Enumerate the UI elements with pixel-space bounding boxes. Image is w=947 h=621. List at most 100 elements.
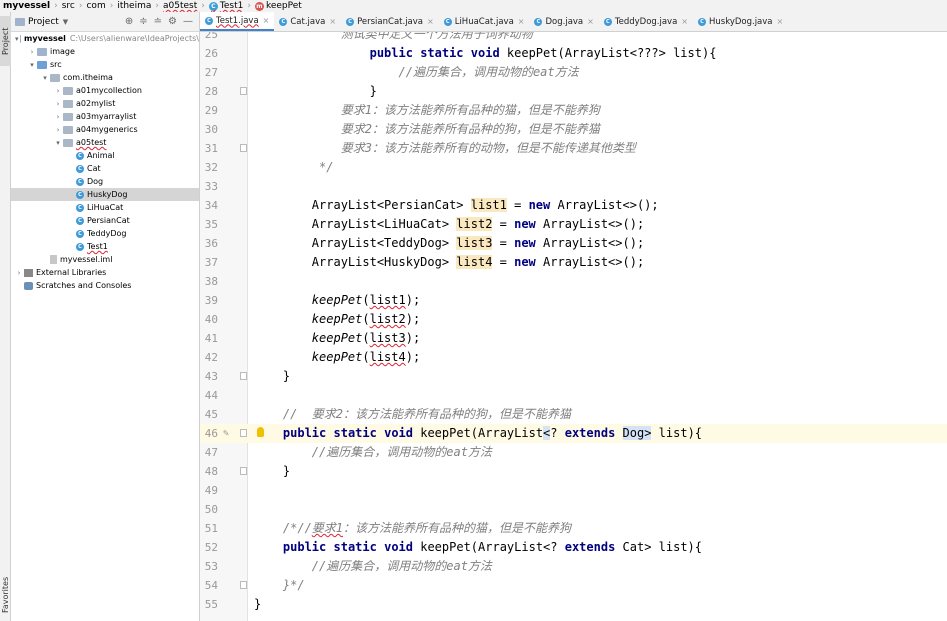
tree-item[interactable]: › a02mylist	[11, 97, 199, 110]
code-line[interactable]: 55}	[200, 595, 947, 614]
code-editor[interactable]: 25 测试类中定义一个方法用于饲养动物 26 public static void…	[200, 32, 947, 621]
close-icon[interactable]: ×	[427, 17, 434, 26]
tree-item[interactable]: › image	[11, 45, 199, 58]
code-line[interactable]: 39 keepPet(list1);	[200, 291, 947, 310]
close-icon[interactable]: ×	[587, 17, 594, 26]
editor-tab[interactable]: C PersianCat.java ×	[341, 12, 439, 31]
close-icon[interactable]: ×	[518, 17, 525, 26]
code-line[interactable]: 51 /*//要求1：该方法能养所有品种的猫，但是不能养狗	[200, 519, 947, 538]
gear-icon[interactable]: ⚙	[168, 16, 177, 27]
code-line[interactable]: 31 要求3：该方法能养所有的动物，但是不能传递其他类型	[200, 139, 947, 158]
editor-tab[interactable]: C Dog.java ×	[529, 12, 598, 31]
tree-item[interactable]: myvessel.iml	[11, 253, 199, 266]
project-tool-tab[interactable]: Project	[0, 16, 11, 66]
close-icon[interactable]: ×	[329, 17, 336, 26]
project-view-selector[interactable]: Project ▼	[15, 17, 68, 27]
code-line[interactable]: 46 ✎ public static void keepPet(ArrayList…	[200, 424, 947, 443]
tree-item[interactable]: ▾ com.itheima	[11, 71, 199, 84]
code-line[interactable]: 27 //遍历集合，调用动物的eat方法	[200, 63, 947, 82]
tree-item[interactable]: ▾ myvessel C:\Users\alienware\IdeaProjects…	[11, 32, 199, 45]
chevron-right-icon[interactable]: ›	[54, 100, 62, 108]
fold-marker-icon[interactable]	[240, 372, 247, 380]
breadcrumb-keeppet[interactable]: m keepPet	[252, 1, 305, 11]
chevron-right-icon[interactable]: ›	[28, 48, 36, 56]
breadcrumb-com[interactable]: com	[83, 1, 108, 11]
code-line[interactable]: 32 */	[200, 158, 947, 177]
fold-marker-icon[interactable]	[240, 429, 247, 437]
chevron-down-icon[interactable]: ▾	[41, 74, 49, 82]
code-line[interactable]: 33	[200, 177, 947, 196]
tree-item[interactable]: C Cat	[11, 162, 199, 175]
code-line[interactable]: 35 ArrayList<LiHuaCat> list2 = new Array…	[200, 215, 947, 234]
breadcrumb-itheima[interactable]: itheima	[114, 1, 154, 11]
code-line[interactable]: 43 }	[200, 367, 947, 386]
tree-item[interactable]: C TeddyDog	[11, 227, 199, 240]
code-line[interactable]: 38	[200, 272, 947, 291]
code-line[interactable]: 40 keepPet(list2);	[200, 310, 947, 329]
code-line[interactable]: 41 keepPet(list3);	[200, 329, 947, 348]
fold-marker-icon[interactable]	[240, 581, 247, 589]
tree-item[interactable]: C LiHuaCat	[11, 201, 199, 214]
code-line[interactable]: 30 要求2：该方法能养所有品种的狗，但是不能养猫	[200, 120, 947, 139]
fold-marker-icon[interactable]	[240, 467, 247, 475]
code-line[interactable]: 45 // 要求2：该方法能养所有品种的狗，但是不能养猫	[200, 405, 947, 424]
breadcrumb-src[interactable]: src	[59, 1, 78, 11]
code-line[interactable]: 34 ArrayList<PersianCat> list1 = new Arr…	[200, 196, 947, 215]
editor-tab[interactable]: C Cat.java ×	[274, 12, 341, 31]
tree-item[interactable]: › a03myarraylist	[11, 110, 199, 123]
editor-tab[interactable]: C TeddyDog.java ×	[599, 12, 693, 31]
chevron-right-icon[interactable]: ›	[54, 113, 62, 121]
code-line[interactable]: 29 要求1：该方法能养所有品种的猫，但是不能养狗	[200, 101, 947, 120]
tree-item[interactable]: Scratches and Consoles	[11, 279, 199, 292]
close-icon[interactable]: ×	[681, 17, 688, 26]
code-line[interactable]: 42 keepPet(list4);	[200, 348, 947, 367]
chevron-right-icon[interactable]: ›	[54, 87, 62, 95]
close-icon[interactable]: ×	[263, 16, 270, 25]
breadcrumb-test1[interactable]: C Test1	[206, 1, 246, 11]
code-line[interactable]: 44	[200, 386, 947, 405]
chevron-down-icon[interactable]: ▾	[54, 139, 62, 147]
code-line[interactable]: 49	[200, 481, 947, 500]
chevron-down-icon[interactable]: ▾	[15, 35, 19, 43]
tree-item[interactable]: C PersianCat	[11, 214, 199, 227]
breadcrumb-project[interactable]: myvessel	[0, 1, 53, 11]
collapse-all-icon[interactable]: ≑	[139, 16, 147, 27]
tree-item[interactable]: ▾ src	[11, 58, 199, 71]
favorites-tool-tab[interactable]: Favorites	[0, 573, 11, 617]
code-line[interactable]: 26 public static void keepPet(ArrayList<…	[200, 44, 947, 63]
code-line[interactable]: 47 //遍历集合，调用动物的eat方法	[200, 443, 947, 462]
code-line[interactable]: 36 ArrayList<TeddyDog> list3 = new Array…	[200, 234, 947, 253]
locate-icon[interactable]: ⊕	[125, 16, 133, 27]
tree-item[interactable]: C Animal	[11, 149, 199, 162]
code-line[interactable]: 50	[200, 500, 947, 519]
chevron-down-icon[interactable]: ▾	[28, 61, 36, 69]
close-icon[interactable]: ×	[777, 17, 784, 26]
code-line[interactable]: 28 }	[200, 82, 947, 101]
fold-marker-icon[interactable]	[240, 144, 247, 152]
tree-item[interactable]: › External Libraries	[11, 266, 199, 279]
tree-item[interactable]: C Test1	[11, 240, 199, 253]
code-line[interactable]: 53 //遍历集合，调用动物的eat方法	[200, 557, 947, 576]
override-icon[interactable]: ✎	[223, 428, 229, 439]
code-text: public static void keepPet(ArrayList<? e…	[282, 540, 702, 554]
fold-marker-icon[interactable]	[240, 87, 247, 95]
tree-item[interactable]: C Dog	[11, 175, 199, 188]
chevron-right-icon[interactable]: ›	[15, 269, 23, 277]
code-line[interactable]: 54 }*/	[200, 576, 947, 595]
chevron-right-icon[interactable]: ›	[54, 126, 62, 134]
tree-item[interactable]: ▾ a05test	[11, 136, 199, 149]
code-line[interactable]: 37 ArrayList<HuskyDog> list4 = new Array…	[200, 253, 947, 272]
tree-item[interactable]: › a01mycollection	[11, 84, 199, 97]
editor-tab[interactable]: C HuskyDog.java ×	[693, 12, 788, 31]
editor-tab[interactable]: C LiHuaCat.java ×	[439, 12, 530, 31]
hide-icon[interactable]: —	[183, 16, 193, 27]
code-text: }*/	[254, 578, 305, 592]
code-line[interactable]: 52 public static void keepPet(ArrayList<…	[200, 538, 947, 557]
tree-item[interactable]: › a04mygenerics	[11, 123, 199, 136]
tree-item[interactable]: C HuskyDog	[11, 188, 199, 201]
code-line[interactable]: 48 }	[200, 462, 947, 481]
code-line[interactable]: 25 测试类中定义一个方法用于饲养动物	[200, 32, 947, 44]
expand-all-icon[interactable]: ≐	[154, 16, 162, 27]
editor-tab[interactable]: C Test1.java ×	[200, 12, 275, 31]
breadcrumb-a05test[interactable]: a05test	[160, 1, 200, 11]
